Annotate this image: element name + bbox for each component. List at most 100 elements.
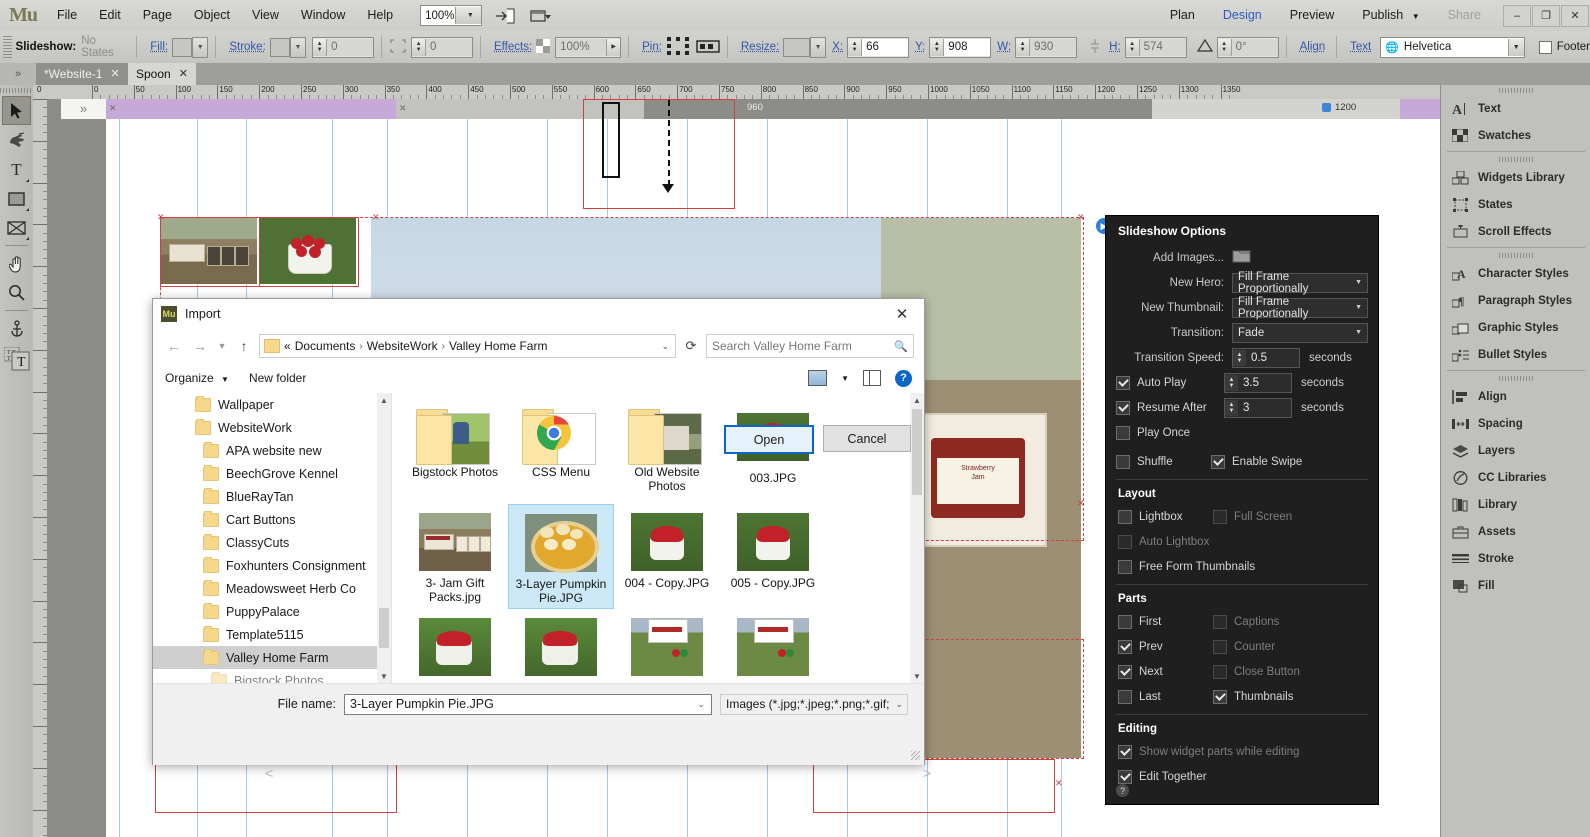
panel-scroll-effects[interactable]: Scroll Effects (1441, 218, 1590, 245)
tree-item-beechgrove-kennel[interactable]: BeechGrove Kennel (153, 462, 391, 485)
breakpoint-chevron-icon[interactable]: » (61, 99, 106, 119)
preview-page-icon[interactable] (495, 8, 517, 24)
full-screen-checkbox[interactable]: Full Screen (1213, 509, 1292, 524)
checkbox-icon[interactable] (1118, 689, 1132, 704)
y-position-value[interactable]: 908 (944, 38, 991, 56)
panel-layers[interactable]: Layers (1441, 437, 1590, 464)
image-frame-tool[interactable] (3, 214, 30, 241)
rectangle-tool[interactable] (3, 185, 30, 212)
captions-checkbox[interactable]: Captions (1213, 614, 1279, 629)
breakpoint-bar[interactable]: » ✕ ✕ 960 1200 (47, 99, 1440, 119)
zoom-level-combo[interactable]: 100% ▼ (420, 5, 483, 26)
view-mode-chevron-icon[interactable]: ▼ (841, 374, 849, 383)
menu-edit[interactable]: Edit (88, 0, 132, 31)
forward-icon[interactable]: → (189, 335, 211, 357)
selection-tool[interactable] (2, 96, 31, 125)
chevron-down-icon[interactable]: ▼ (1355, 304, 1362, 311)
auto-play-stepper[interactable]: ▲ ▼ 3.5 (1224, 372, 1292, 393)
checkbox-icon[interactable] (1213, 614, 1227, 629)
panel-graphic-styles[interactable]: Graphic Styles (1441, 314, 1590, 341)
view-mode-icon[interactable] (808, 370, 828, 386)
breakpoint-handle-icon[interactable] (1322, 103, 1331, 112)
frame-handle-icon[interactable]: ✕ (1055, 779, 1063, 788)
zoom-tool[interactable] (3, 279, 30, 306)
checkbox-icon[interactable] (1118, 614, 1132, 629)
tab-spoon[interactable]: Spoon ✕ (128, 63, 196, 85)
footer-checkbox[interactable]: Footer (1538, 40, 1590, 54)
tool-flyout-corner-icon[interactable] (26, 237, 29, 240)
dialog-title-bar[interactable]: Mu Import ✕ (153, 299, 924, 329)
checkbox-icon[interactable] (1538, 40, 1552, 54)
checkbox-icon[interactable] (1118, 769, 1132, 784)
height-field[interactable]: ▲ ▼ 574 (1124, 36, 1187, 58)
add-images-folder-icon[interactable] (1232, 248, 1251, 267)
file-item-004-copy[interactable]: 004 - Copy.JPG (614, 504, 720, 609)
frame-handle-icon[interactable]: ✕ (372, 213, 380, 222)
panel-library[interactable]: Library (1441, 491, 1590, 518)
mode-design[interactable]: Design (1209, 0, 1276, 31)
tree-item-foxhunters-consignment[interactable]: Foxhunters Consignment (153, 554, 391, 577)
breakpoint-region-purple-2[interactable] (1400, 99, 1440, 119)
checkbox-icon[interactable] (1118, 664, 1132, 679)
menu-object[interactable]: Object (183, 0, 241, 31)
checkbox-icon[interactable] (1118, 534, 1132, 549)
next-arrow-label[interactable]: > (923, 765, 931, 781)
opacity-flyout-icon[interactable]: ▶ (606, 38, 621, 56)
breakpoint-close-icon[interactable]: ✕ (399, 103, 407, 114)
file-item-005-copy[interactable]: 005 - Copy.JPG (720, 504, 826, 609)
chevron-down-icon[interactable]: ▼ (1412, 12, 1420, 21)
effects-link[interactable]: Effects: (494, 41, 532, 53)
checkbox-icon[interactable] (1118, 639, 1132, 654)
prev-checkbox[interactable]: Prev (1118, 639, 1213, 654)
breadcrumb-item-valley-home-farm[interactable]: Valley Home Farm (449, 339, 547, 353)
up-icon[interactable]: ↑ (233, 335, 255, 357)
panel-align[interactable]: Align (1441, 383, 1590, 410)
text-link[interactable]: Text (1350, 41, 1371, 53)
auto-lightbox-checkbox[interactable]: Auto Lightbox (1118, 534, 1209, 549)
x-position-value[interactable]: 66 (862, 38, 909, 56)
anchor-tool[interactable] (3, 315, 30, 342)
tree-scrollbar[interactable]: ▲ ▼ (377, 393, 391, 683)
checkbox-icon[interactable] (1213, 509, 1227, 524)
stepper-arrows-icon[interactable]: ▲ ▼ (1016, 38, 1031, 56)
resume-after-stepper[interactable]: ▲ ▼ 3 (1224, 397, 1292, 418)
tree-item-meadowsweet-herb-co[interactable]: Meadowsweet Herb Co (153, 577, 391, 600)
mode-preview[interactable]: Preview (1276, 0, 1348, 31)
file-item-jam-gift-packs[interactable]: 3- Jam Gift Packs.jpg (402, 504, 508, 609)
tree-item-puppypalace[interactable]: PuppyPalace (153, 600, 391, 623)
refresh-icon[interactable]: ⟳ (680, 335, 702, 357)
menu-window[interactable]: Window (290, 0, 356, 31)
file-item-3-layer-pumpkin-pie[interactable]: 3-Layer Pumpkin Pie.JPG (508, 504, 614, 609)
control-bar-grip[interactable] (3, 36, 12, 58)
guide-vertical[interactable] (119, 119, 120, 837)
tree-item-template5115[interactable]: Template5115 (153, 623, 391, 646)
mode-plan[interactable]: Plan (1156, 0, 1209, 31)
page-element-frame[interactable] (583, 99, 735, 209)
stepper-arrows-icon[interactable]: ▲ ▼ (848, 38, 863, 56)
next-button-frame[interactable] (813, 759, 1055, 813)
resize-dropdown-icon[interactable]: ▼ (809, 36, 827, 58)
stroke-weight-stepper[interactable]: ▲ ▼ 0 (312, 36, 375, 58)
frame-handle-icon[interactable]: ✕ (157, 213, 165, 222)
tool-flyout-corner-icon[interactable] (26, 179, 29, 182)
auto-play-value[interactable]: 3.5 (1238, 377, 1291, 389)
y-label[interactable]: Y: (915, 41, 925, 53)
dock-grip[interactable] (1441, 373, 1590, 383)
tree-item-wallpaper[interactable]: Wallpaper (153, 393, 391, 416)
chevron-down-icon[interactable]: ▼ (1507, 38, 1524, 56)
tree-item-bigstock-photos[interactable]: Bigstock Photos (153, 669, 391, 683)
search-icon[interactable]: 🔍 (894, 340, 908, 353)
chevron-down-icon[interactable]: ▼ (1355, 329, 1362, 336)
checkbox-icon[interactable] (1116, 400, 1130, 415)
width-field[interactable]: ▲ ▼ 930 (1015, 36, 1078, 58)
menu-file[interactable]: File (46, 0, 88, 31)
breakpoint-1200-marker[interactable]: 1200 (1322, 102, 1356, 113)
first-checkbox[interactable]: First (1118, 614, 1213, 629)
resize-mode-swatch[interactable] (783, 37, 810, 57)
chevron-down-icon[interactable]: ▼ (1355, 279, 1362, 286)
stepper-arrows-icon[interactable]: ▲ ▼ (1225, 374, 1238, 391)
organize-button[interactable]: Organize ▼ (165, 371, 229, 385)
folder-tree[interactable]: Wallpaper WebsiteWork APA website new Be… (153, 393, 392, 683)
pin-link[interactable]: Pin: (642, 41, 662, 53)
dock-grip[interactable] (1441, 250, 1590, 260)
